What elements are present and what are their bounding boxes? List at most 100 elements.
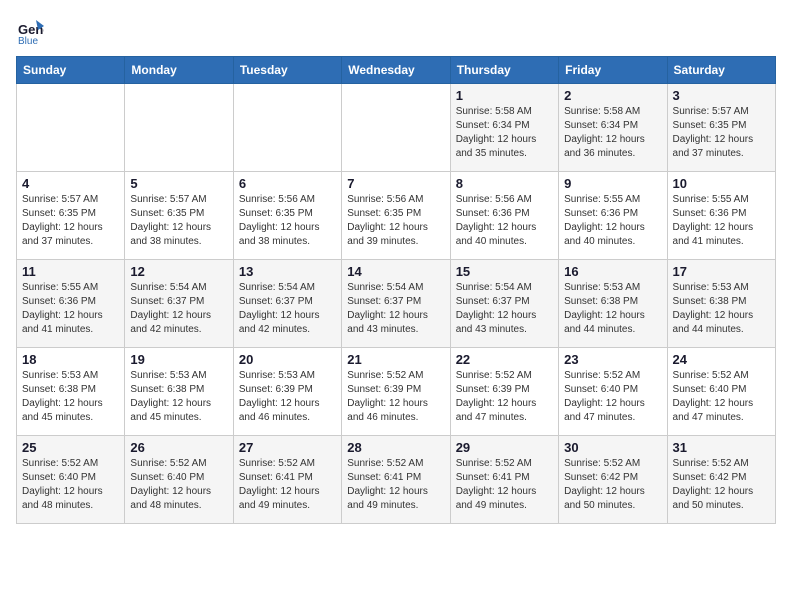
day-number: 9 — [564, 176, 661, 191]
day-number: 8 — [456, 176, 553, 191]
day-number: 6 — [239, 176, 336, 191]
day-number: 18 — [22, 352, 119, 367]
day-info: Sunrise: 5:52 AM Sunset: 6:40 PM Dayligh… — [673, 369, 770, 425]
day-number: 22 — [456, 352, 553, 367]
weekday-header-wednesday: Wednesday — [342, 57, 450, 84]
day-number: 19 — [130, 352, 227, 367]
week-row-3: 11 Sunrise: 5:55 AM Sunset: 6:36 PM Dayli… — [17, 260, 776, 348]
day-number: 31 — [673, 440, 770, 455]
day-cell — [17, 84, 125, 172]
day-number: 25 — [22, 440, 119, 455]
week-row-4: 18 Sunrise: 5:53 AM Sunset: 6:38 PM Dayli… — [17, 348, 776, 436]
day-number: 30 — [564, 440, 661, 455]
weekday-header-row: SundayMondayTuesdayWednesdayThursdayFrid… — [17, 57, 776, 84]
day-cell: 3Sunrise: 5:57 AM Sunset: 6:35 PM Daylig… — [667, 84, 775, 172]
day-info: Sunrise: 5:53 AM Sunset: 6:38 PM Dayligh… — [673, 281, 770, 337]
weekday-header-sunday: Sunday — [17, 57, 125, 84]
day-cell: 16 Sunrise: 5:53 AM Sunset: 6:38 PM Dayli… — [559, 260, 667, 348]
day-info: Sunrise: 5:52 AM Sunset: 6:40 PM Dayligh… — [130, 457, 227, 513]
weekday-header-friday: Friday — [559, 57, 667, 84]
day-cell: 2Sunrise: 5:58 AM Sunset: 6:34 PM Daylig… — [559, 84, 667, 172]
day-info: Sunrise: 5:52 AM Sunset: 6:40 PM Dayligh… — [22, 457, 119, 513]
day-info: Sunrise: 5:53 AM Sunset: 6:39 PM Dayligh… — [239, 369, 336, 425]
day-info: Sunrise: 5:54 AM Sunset: 6:37 PM Dayligh… — [239, 281, 336, 337]
week-row-1: 1Sunrise: 5:58 AM Sunset: 6:34 PM Daylig… — [17, 84, 776, 172]
header: General Blue — [16, 16, 776, 44]
day-cell: 26Sunrise: 5:52 AM Sunset: 6:40 PM Dayli… — [125, 436, 233, 524]
day-cell — [125, 84, 233, 172]
svg-text:Blue: Blue — [18, 36, 38, 44]
day-info: Sunrise: 5:52 AM Sunset: 6:41 PM Dayligh… — [239, 457, 336, 513]
day-info: Sunrise: 5:53 AM Sunset: 6:38 PM Dayligh… — [22, 369, 119, 425]
day-cell: 30 Sunrise: 5:52 AM Sunset: 6:42 PM Dayli… — [559, 436, 667, 524]
day-info: Sunrise: 5:55 AM Sunset: 6:36 PM Dayligh… — [22, 281, 119, 337]
day-number: 24 — [673, 352, 770, 367]
day-cell: 23 Sunrise: 5:52 AM Sunset: 6:40 PM Dayli… — [559, 348, 667, 436]
day-info: Sunrise: 5:52 AM Sunset: 6:39 PM Dayligh… — [456, 369, 553, 425]
day-info: Sunrise: 5:52 AM Sunset: 6:42 PM Dayligh… — [673, 457, 770, 513]
day-number: 21 — [347, 352, 444, 367]
day-info: Sunrise: 5:52 AM Sunset: 6:42 PM Dayligh… — [564, 457, 661, 513]
day-cell: 13 Sunrise: 5:54 AM Sunset: 6:37 PM Dayli… — [233, 260, 341, 348]
day-number: 28 — [347, 440, 444, 455]
day-number: 20 — [239, 352, 336, 367]
day-info: Sunrise: 5:52 AM Sunset: 6:40 PM Dayligh… — [564, 369, 661, 425]
day-cell: 5Sunrise: 5:57 AM Sunset: 6:35 PM Daylig… — [125, 172, 233, 260]
day-cell: 24 Sunrise: 5:52 AM Sunset: 6:40 PM Dayli… — [667, 348, 775, 436]
day-info: Sunrise: 5:54 AM Sunset: 6:37 PM Dayligh… — [347, 281, 444, 337]
day-number: 14 — [347, 264, 444, 279]
weekday-header-thursday: Thursday — [450, 57, 558, 84]
day-cell: 15 Sunrise: 5:54 AM Sunset: 6:37 PM Dayli… — [450, 260, 558, 348]
day-info: Sunrise: 5:52 AM Sunset: 6:39 PM Dayligh… — [347, 369, 444, 425]
weekday-header-saturday: Saturday — [667, 57, 775, 84]
day-info: Sunrise: 5:52 AM Sunset: 6:41 PM Dayligh… — [456, 457, 553, 513]
day-cell: 22 Sunrise: 5:52 AM Sunset: 6:39 PM Dayli… — [450, 348, 558, 436]
day-cell: 31 Sunrise: 5:52 AM Sunset: 6:42 PM Dayli… — [667, 436, 775, 524]
day-info: Sunrise: 5:55 AM Sunset: 6:36 PM Dayligh… — [673, 193, 770, 249]
day-cell: 1Sunrise: 5:58 AM Sunset: 6:34 PM Daylig… — [450, 84, 558, 172]
day-number: 5 — [130, 176, 227, 191]
day-number: 3 — [673, 88, 770, 103]
day-cell: 18 Sunrise: 5:53 AM Sunset: 6:38 PM Dayli… — [17, 348, 125, 436]
day-info: Sunrise: 5:56 AM Sunset: 6:36 PM Dayligh… — [456, 193, 553, 249]
day-info: Sunrise: 5:58 AM Sunset: 6:34 PM Dayligh… — [456, 105, 553, 161]
day-info: Sunrise: 5:53 AM Sunset: 6:38 PM Dayligh… — [564, 281, 661, 337]
weekday-header-tuesday: Tuesday — [233, 57, 341, 84]
day-cell — [233, 84, 341, 172]
day-number: 11 — [22, 264, 119, 279]
day-number: 27 — [239, 440, 336, 455]
day-info: Sunrise: 5:56 AM Sunset: 6:35 PM Dayligh… — [239, 193, 336, 249]
day-info: Sunrise: 5:56 AM Sunset: 6:35 PM Dayligh… — [347, 193, 444, 249]
day-number: 13 — [239, 264, 336, 279]
day-info: Sunrise: 5:57 AM Sunset: 6:35 PM Dayligh… — [22, 193, 119, 249]
day-cell: 10 Sunrise: 5:55 AM Sunset: 6:36 PM Dayli… — [667, 172, 775, 260]
day-cell: 29 Sunrise: 5:52 AM Sunset: 6:41 PM Dayli… — [450, 436, 558, 524]
day-cell: 20 Sunrise: 5:53 AM Sunset: 6:39 PM Dayli… — [233, 348, 341, 436]
day-number: 12 — [130, 264, 227, 279]
weekday-header-monday: Monday — [125, 57, 233, 84]
day-cell: 12 Sunrise: 5:54 AM Sunset: 6:37 PM Dayli… — [125, 260, 233, 348]
day-cell: 27 Sunrise: 5:52 AM Sunset: 6:41 PM Dayli… — [233, 436, 341, 524]
week-row-5: 25 Sunrise: 5:52 AM Sunset: 6:40 PM Dayli… — [17, 436, 776, 524]
day-number: 16 — [564, 264, 661, 279]
day-info: Sunrise: 5:53 AM Sunset: 6:38 PM Dayligh… — [130, 369, 227, 425]
day-info: Sunrise: 5:54 AM Sunset: 6:37 PM Dayligh… — [456, 281, 553, 337]
day-number: 23 — [564, 352, 661, 367]
day-number: 29 — [456, 440, 553, 455]
day-cell: 6 Sunrise: 5:56 AM Sunset: 6:35 PM Daylig… — [233, 172, 341, 260]
day-cell: 4Sunrise: 5:57 AM Sunset: 6:35 PM Daylig… — [17, 172, 125, 260]
logo-icon: General Blue — [16, 16, 44, 44]
calendar-table: SundayMondayTuesdayWednesdayThursdayFrid… — [16, 56, 776, 524]
day-cell: 19 Sunrise: 5:53 AM Sunset: 6:38 PM Dayli… — [125, 348, 233, 436]
day-cell: 17Sunrise: 5:53 AM Sunset: 6:38 PM Dayli… — [667, 260, 775, 348]
day-cell: 21 Sunrise: 5:52 AM Sunset: 6:39 PM Dayli… — [342, 348, 450, 436]
day-info: Sunrise: 5:55 AM Sunset: 6:36 PM Dayligh… — [564, 193, 661, 249]
day-number: 10 — [673, 176, 770, 191]
day-number: 7 — [347, 176, 444, 191]
day-number: 15 — [456, 264, 553, 279]
day-cell: 14 Sunrise: 5:54 AM Sunset: 6:37 PM Dayli… — [342, 260, 450, 348]
logo: General Blue — [16, 16, 48, 44]
day-cell: 25 Sunrise: 5:52 AM Sunset: 6:40 PM Dayli… — [17, 436, 125, 524]
day-cell: 11 Sunrise: 5:55 AM Sunset: 6:36 PM Dayli… — [17, 260, 125, 348]
day-info: Sunrise: 5:54 AM Sunset: 6:37 PM Dayligh… — [130, 281, 227, 337]
